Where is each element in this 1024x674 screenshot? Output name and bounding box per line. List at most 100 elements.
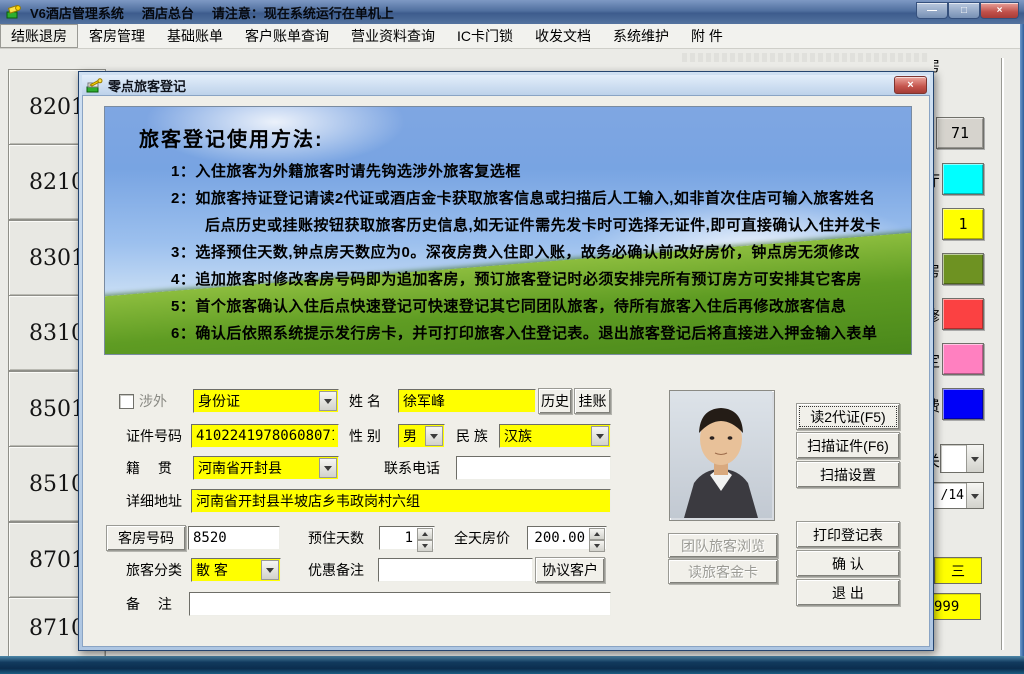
day-price-stepper[interactable]: 200.00 xyxy=(527,526,607,550)
room-number-input[interactable] xyxy=(188,526,280,550)
close-button[interactable]: × xyxy=(980,2,1019,19)
minimize-icon: — xyxy=(927,5,937,16)
print-registration-button[interactable]: 打印登记表 xyxy=(796,521,900,548)
gender-label: 性 别 xyxy=(349,424,381,448)
day-price-label: 全天房价 xyxy=(454,526,510,550)
window-bottom-border xyxy=(0,656,1024,674)
id-number-input[interactable] xyxy=(191,424,339,448)
clipped-label: 费 xyxy=(934,395,941,413)
dialog-title: 零点旅客登记 xyxy=(108,76,186,95)
menu-item-maintenance[interactable]: 系统维护 xyxy=(602,24,680,48)
room-number-button[interactable]: 客房号码 xyxy=(106,525,186,551)
guest-category-label: 旅客分类 xyxy=(126,558,182,582)
maximize-button[interactable]: □ xyxy=(948,2,980,19)
dialog-body: 旅客登记使用方法: 1：入住旅客为外籍旅客时请先钩选涉外旅客复选框 2：如旅客持… xyxy=(82,95,930,647)
instruction-line: 5：首个旅客确认入住后点快速登记可快速登记其它同团队旅客，待所有旅客入住后再修改… xyxy=(171,293,911,320)
history-button[interactable]: 历史 xyxy=(538,388,572,414)
status-blue-box[interactable] xyxy=(942,388,984,420)
scan-id-button[interactable]: 扫描证件(F6) xyxy=(796,432,900,459)
phone-input[interactable] xyxy=(456,456,611,480)
id-type-select[interactable]: 身份证 xyxy=(193,389,339,413)
scan-settings-button[interactable]: 扫描设置 xyxy=(796,461,900,488)
status-pink-box[interactable] xyxy=(942,343,984,375)
remark-input[interactable] xyxy=(189,592,611,616)
status-vacant-box[interactable]: 71 xyxy=(936,117,984,149)
weekday-field: 三 xyxy=(934,557,982,584)
status-olive-box[interactable] xyxy=(942,253,984,285)
name-input[interactable] xyxy=(398,389,536,413)
instruction-panel: 旅客登记使用方法: 1：入住旅客为外籍旅客时请先钩选涉外旅客复选框 2：如旅客持… xyxy=(104,106,912,355)
name-label: 姓 名 xyxy=(349,389,381,413)
dropdown-arrow-icon[interactable] xyxy=(966,445,983,472)
id-number-label: 证件号码 xyxy=(126,424,182,448)
menu-item-ic-lock[interactable]: IC卡门锁 xyxy=(446,24,524,48)
menu-item-base-bills[interactable]: 基础账单 xyxy=(156,24,234,48)
origin-select[interactable]: 河南省开封县 xyxy=(193,456,339,480)
status-occupied-box[interactable]: 1 xyxy=(942,208,984,240)
guest-registration-dialog: 零点旅客登记 × 旅客登记使用方法: 1：入住旅客为外籍旅客时请先钩选涉外旅客复… xyxy=(78,71,934,651)
menu-item-attachments[interactable]: 附 件 xyxy=(680,24,734,48)
instruction-line: 3：选择预住天数,钟点房天数应为0。深夜房费入住即入账，故务必确认前改好房价，钟… xyxy=(171,239,911,266)
instruction-line: 2：如旅客持证登记请读2代证或酒店金卡获取旅客信息或扫描后人工输入,如非首次住店… xyxy=(171,185,911,212)
ethnicity-label: 民 族 xyxy=(456,424,488,448)
clipped-label: 房 xyxy=(934,55,941,73)
guest-photo xyxy=(670,391,772,518)
instruction-title: 旅客登记使用方法: xyxy=(139,123,911,152)
menu-item-documents[interactable]: 收发文档 xyxy=(524,24,602,48)
exit-button[interactable]: 退 出 xyxy=(796,579,900,606)
dropdown-arrow-icon[interactable] xyxy=(319,391,337,411)
clipped-label: 定 xyxy=(934,350,941,368)
status-repair-box[interactable] xyxy=(942,298,984,330)
window-section: 酒店总台 xyxy=(142,3,194,22)
instruction-line: 后点历史或挂账按钮获取旅客历史信息,如无证件需先发卡时可选择无证件,即可直接确认… xyxy=(205,212,911,239)
instruction-line: 1：入住旅客为外籍旅客时请先钩选涉外旅客复选框 xyxy=(171,158,911,185)
clipped-label: 房 xyxy=(934,260,941,278)
menu-item-business-data[interactable]: 营业资料查询 xyxy=(340,24,446,48)
foreign-guest-checkbox[interactable] xyxy=(119,394,134,409)
remark-label: 备 注 xyxy=(126,592,172,616)
guest-category-select[interactable]: 散 客 xyxy=(191,558,281,582)
dialog-close-button[interactable]: × xyxy=(894,76,927,94)
window-notice: 请注意：现在系统运行在单机上 xyxy=(212,3,394,22)
ethnicity-select[interactable]: 汉族 xyxy=(499,424,611,448)
dropdown-arrow-icon[interactable] xyxy=(966,483,983,508)
confirm-button[interactable]: 确 认 xyxy=(796,550,900,577)
menu-bar: 结账退房 客房管理 基础账单 客户账单查询 营业资料查询 IC卡门锁 收发文档 … xyxy=(0,24,1024,49)
status-cyan-box[interactable] xyxy=(942,163,984,195)
stay-days-stepper[interactable]: 1 xyxy=(379,526,435,550)
floor-select[interactable] xyxy=(940,444,984,473)
spin-down-icon[interactable] xyxy=(417,540,433,552)
clipped-label: 厅 xyxy=(934,170,941,188)
spin-up-icon[interactable] xyxy=(417,528,433,540)
menu-item-customer-bills[interactable]: 客户账单查询 xyxy=(234,24,340,48)
operator-number-field: 999 xyxy=(930,593,981,620)
window-title: V6酒店管理系统 xyxy=(30,3,124,22)
address-input[interactable] xyxy=(191,489,611,513)
key-icon xyxy=(86,78,103,93)
dropdown-arrow-icon[interactable] xyxy=(319,458,337,478)
read-id-card-button[interactable]: 读2代证(F5) xyxy=(796,403,900,430)
stay-days-label: 预住天数 xyxy=(308,526,364,550)
partner-client-button[interactable]: 协议客户 xyxy=(535,557,605,583)
window-titlebar: V6酒店管理系统 酒店总台 请注意：现在系统运行在单机上 — □ × xyxy=(0,0,1024,25)
credit-account-button[interactable]: 挂账 xyxy=(574,388,611,414)
dropdown-arrow-icon[interactable] xyxy=(591,426,609,446)
dropdown-arrow-icon[interactable] xyxy=(261,560,279,580)
phone-label: 联系电话 xyxy=(384,456,440,480)
gender-select[interactable]: 男 xyxy=(398,424,445,448)
spin-up-icon[interactable] xyxy=(589,528,605,540)
read-gold-card-button[interactable]: 读旅客金卡 xyxy=(668,559,778,584)
foreign-guest-label: 涉外 xyxy=(139,389,167,413)
team-guest-browse-button[interactable]: 团队旅客浏览 xyxy=(668,533,778,558)
hotel-frontdesk-screen: V6酒店管理系统 酒店总台 请注意：现在系统运行在单机上 — □ × 结账退房 … xyxy=(0,0,1024,674)
minimize-button[interactable]: — xyxy=(916,2,948,19)
spin-down-icon[interactable] xyxy=(589,540,605,552)
app-icon xyxy=(6,4,22,20)
close-icon: × xyxy=(997,5,1003,16)
menu-item-checkout[interactable]: 结账退房 xyxy=(0,24,78,48)
dropdown-arrow-icon[interactable] xyxy=(425,426,443,446)
discount-note-input[interactable] xyxy=(378,558,533,582)
dialog-close-icon: × xyxy=(907,79,913,91)
menu-item-rooms[interactable]: 客房管理 xyxy=(78,24,156,48)
instruction-line: 4：追加旅客时修改客房号码即为追加客房，预订旅客登记时必须安排完所有预订房方可安… xyxy=(171,266,911,293)
